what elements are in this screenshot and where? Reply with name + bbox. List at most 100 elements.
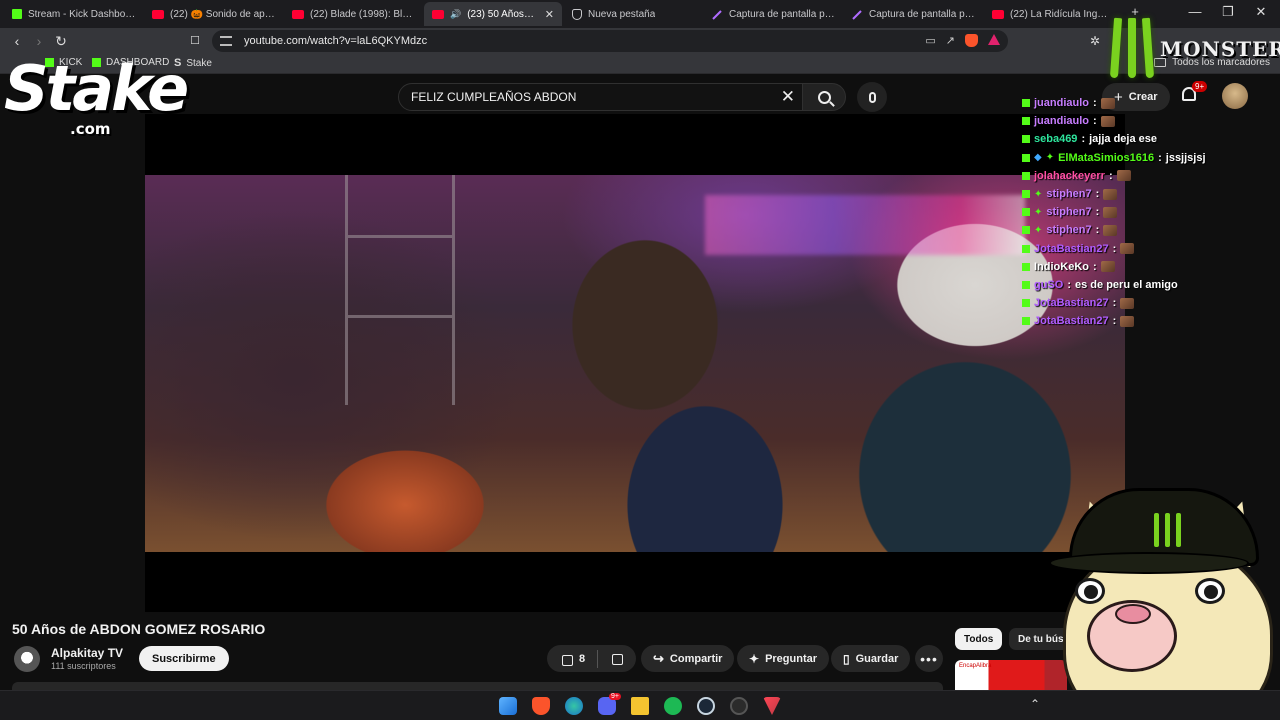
chat-message: ✦ stiphen7: (1022, 185, 1272, 203)
brave-rewards-icon[interactable] (988, 34, 1000, 45)
chat-text: es de peru el amigo (1075, 278, 1178, 291)
forward-icon[interactable]: › (30, 32, 48, 50)
chat-separator: : (1112, 242, 1117, 255)
video-title: 50 Años de ABDON GOMEZ ROSARIO (12, 621, 266, 637)
steam-icon[interactable] (697, 697, 715, 715)
cast-icon[interactable]: ▭ (925, 34, 935, 47)
brave-icon[interactable] (532, 697, 550, 715)
thumbs-down-icon[interactable] (610, 652, 624, 666)
share-icon[interactable]: ↗ (946, 34, 955, 47)
stream-chat-overlay: juandiaulo: juandiaulo: seba469: jajja deja… (1022, 94, 1272, 330)
bookmark-page-icon[interactable]: ☐ (186, 32, 204, 50)
tab-screenshot-1[interactable]: Captura de pantalla por Li (704, 2, 844, 26)
channel-avatar[interactable] (14, 646, 40, 672)
thumbnail-text: EncapAlibra (959, 663, 992, 669)
like-count[interactable]: 8 (579, 653, 585, 665)
chat-message: JotaBastian27: (1022, 294, 1272, 312)
chat-separator: : (1093, 97, 1097, 110)
tab-new-tab[interactable]: Nueva pestaña (564, 2, 704, 26)
tab-label: (22) Blade (1998): Blade's (310, 8, 416, 20)
back-icon[interactable]: ‹ (8, 32, 26, 50)
chat-username: IndioKeKo (1034, 260, 1089, 273)
search-button[interactable] (802, 83, 846, 111)
chat-username: guSO (1034, 278, 1064, 291)
edge-icon[interactable] (565, 697, 583, 715)
more-actions-icon[interactable]: ••• (915, 645, 943, 672)
star-badge-icon: ✦ (1045, 152, 1055, 164)
chat-message: seba469: jajja deja ese (1022, 130, 1272, 148)
search-input[interactable]: FELIZ CUMPLEAÑOS ABDON ✕ (398, 83, 806, 111)
bookmarks-bar: KICK DASHBOARD S Stake Todos los marcado… (0, 54, 1280, 74)
tab-screenshot-2[interactable]: Captura de pantalla por l (844, 2, 984, 26)
kick-badge-icon (1022, 135, 1030, 144)
subscribe-button[interactable]: Suscribirme (139, 646, 229, 671)
shield-icon (572, 8, 582, 20)
extensions-icon[interactable]: ✲ (1086, 32, 1104, 50)
kick-badge-icon (1022, 226, 1030, 235)
chat-message: guSO: es de peru el amigo (1022, 276, 1272, 294)
kick-badge-icon (1022, 299, 1030, 308)
kick-badge-icon (1022, 190, 1030, 199)
site-info-icon[interactable] (220, 36, 232, 46)
tab-label: Captura de pantalla por Li (729, 8, 836, 20)
chat-message: IndioKeKo: (1022, 258, 1272, 276)
save-button[interactable]: ▯ Guardar (831, 645, 911, 672)
thumbs-up-icon[interactable] (559, 652, 573, 666)
share-arrow-icon: ↪ (653, 650, 664, 666)
windows-taskbar: 9+ ⌃ (0, 690, 1280, 720)
youtube-icon (152, 9, 164, 19)
bookmark-save-icon: ▯ (843, 651, 850, 666)
spotify-icon[interactable] (664, 697, 682, 715)
chat-text: jajja deja ese (1089, 133, 1157, 146)
tab-applause[interactable]: (22) 🎃 Sonido de aplaus (144, 2, 284, 26)
tab-current-video[interactable]: 🔊 (23) 50 Años de A ✕ (424, 2, 562, 26)
obs-icon[interactable] (730, 697, 748, 715)
chat-message: ✦ stiphen7: (1022, 203, 1272, 221)
description-box[interactable] (12, 682, 943, 690)
chip-all[interactable]: Todos (955, 628, 1003, 650)
windows-start-icon[interactable] (499, 697, 517, 715)
chat-emote (1103, 206, 1118, 218)
kick-badge-icon (1022, 317, 1030, 326)
tab-label: (23) 50 Años de A (467, 8, 535, 20)
file-explorer-icon[interactable] (631, 697, 649, 715)
chat-separator: : (1067, 278, 1072, 291)
clear-search-icon[interactable]: ✕ (781, 87, 795, 107)
stage-lights-graphic (705, 195, 1025, 255)
monster-logo: MONSTER (1108, 17, 1280, 80)
scaffold-graphic (345, 175, 455, 405)
address-bar[interactable]: youtube.com/watch?v=laL6QKYMdzc ▭ ↗ (212, 30, 1008, 52)
chat-emote (1120, 315, 1135, 327)
chat-message: jolahackeyerr: (1022, 167, 1272, 185)
video-player[interactable] (145, 114, 1125, 612)
share-button[interactable]: ↪ Compartir (641, 645, 735, 672)
close-tab-icon[interactable]: ✕ (545, 8, 554, 21)
minimize-button[interactable]: — (1180, 4, 1210, 19)
tab-kick-dashboard[interactable]: Stream - Kick Dashboard (4, 2, 144, 26)
kick-badge-icon (1022, 171, 1030, 180)
chat-message: JotaBastian27: (1022, 240, 1272, 258)
voice-search-button[interactable] (857, 82, 887, 112)
star-badge-icon: ✦ (1034, 206, 1043, 218)
chat-separator: : (1112, 315, 1117, 328)
share-label: Compartir (669, 652, 723, 665)
omnibox-actions: ▭ ↗ (925, 34, 1000, 47)
tray-overflow-icon[interactable]: ⌃ (1030, 697, 1040, 711)
tab-blade[interactable]: (22) Blade (1998): Blade's (284, 2, 424, 26)
channel-name[interactable]: Alpakitay TV (51, 646, 123, 660)
new-tab-button[interactable]: + (1120, 4, 1150, 19)
valorant-icon[interactable] (763, 697, 781, 715)
browser-toolbar: ‹ › ↻ ☐ youtube.com/watch?v=laL6QKYMdzc … (0, 28, 1280, 54)
tab-label: (22) 🎃 Sonido de aplaus (170, 8, 276, 20)
chat-message: ✦ stiphen7: (1022, 221, 1272, 239)
chat-separator: : (1158, 151, 1162, 164)
notification-badge: 9+ (1192, 81, 1208, 92)
ask-button[interactable]: ✦ Preguntar (737, 645, 830, 672)
tab-engineering[interactable]: (22) La Ridícula Ingeniería (984, 2, 1120, 26)
tab-strip: Stream - Kick Dashboard (22) 🎃 Sonido de… (0, 0, 1280, 28)
youtube-icon (292, 9, 304, 19)
reload-icon[interactable]: ↻ (52, 32, 70, 50)
brave-shields-icon[interactable] (965, 34, 978, 47)
chat-username: seba469 (1034, 133, 1078, 146)
chat-message: juandiaulo: (1022, 94, 1272, 112)
